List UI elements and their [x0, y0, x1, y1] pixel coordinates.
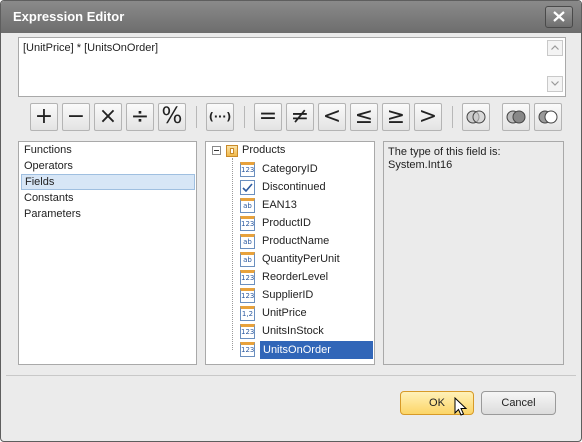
integer-field-icon: 123 [240, 288, 255, 303]
field-label: UnitsInStock [262, 325, 324, 337]
close-icon [553, 11, 565, 22]
category-constants[interactable]: Constants [21, 190, 195, 206]
less-than-button[interactable]: < [318, 103, 346, 131]
cancel-button[interactable]: Cancel [481, 391, 556, 415]
boolean-field-icon [240, 180, 255, 195]
mouse-pointer-icon [454, 397, 468, 416]
decimal-field-icon: 1,2 [240, 306, 255, 321]
tree-item-unitsinstock[interactable]: 123 UnitsInStock [240, 323, 376, 341]
tree-item-ean13[interactable]: ab EAN13 [240, 197, 376, 215]
tree-item-supplierid[interactable]: 123 SupplierID [240, 287, 376, 305]
toolbar-separator [452, 106, 453, 128]
expression-scrollbar[interactable] [547, 40, 563, 92]
string-field-icon: ab [240, 234, 255, 249]
integer-field-icon: 123 [240, 270, 255, 285]
description-line-1: The type of this field is: [388, 146, 501, 158]
field-label: ProductName [262, 235, 330, 247]
chevron-down-icon [551, 81, 559, 86]
description-text: The type of this field is: System.Int16 [388, 146, 501, 172]
tree-root-label: Products [242, 144, 286, 156]
plus-button[interactable]: + [30, 103, 58, 131]
expression-text: [UnitPrice] * [UnitsOnOrder] [23, 42, 159, 54]
scroll-down-button[interactable] [547, 76, 563, 92]
divide-button[interactable]: ÷ [126, 103, 154, 131]
tree-item-productname[interactable]: ab ProductName [240, 233, 376, 251]
greater-than-button[interactable]: > [414, 103, 442, 131]
integer-field-icon: 123 [240, 162, 255, 177]
field-label: CategoryID [262, 163, 318, 175]
collapse-toggle[interactable] [212, 146, 221, 155]
integer-field-icon: 123 [240, 324, 255, 339]
integer-field-icon: 123 [240, 342, 255, 357]
category-parameters[interactable]: Parameters [21, 206, 195, 222]
string-field-icon: ab [240, 252, 255, 267]
toolbar-separator [196, 106, 197, 128]
string-field-icon: ab [240, 198, 255, 213]
title-bar: Expression Editor [1, 1, 581, 33]
category-operators[interactable]: Operators [21, 158, 195, 174]
category-list: Functions Operators Fields Constants Par… [18, 141, 197, 365]
field-label: UnitPrice [262, 307, 307, 319]
field-label: Discontinued [262, 181, 326, 193]
tree-item-unitprice[interactable]: 1,2 UnitPrice [240, 305, 376, 323]
chevron-up-icon [551, 45, 559, 50]
field-label: ReorderLevel [262, 271, 329, 283]
close-button[interactable] [545, 6, 573, 28]
tree-item-reorderlevel[interactable]: 123 ReorderLevel [240, 269, 376, 287]
footer-divider [6, 375, 576, 376]
greater-or-equal-button[interactable]: ≥ [382, 103, 410, 131]
toolbar-separator [244, 106, 245, 128]
dialog-content: [UnitPrice] * [UnitsOnOrder] + − × ÷ % (… [6, 33, 576, 435]
tree-item-unitsonorder[interactable]: 123 UnitsOnOrder [240, 341, 376, 359]
logical-operator-button-3[interactable] [534, 103, 562, 131]
tree-item-categoryid[interactable]: 123 CategoryID [240, 161, 376, 179]
field-label: QuantityPerUnit [262, 253, 340, 265]
integer-field-icon: 123 [240, 216, 255, 231]
modulo-button[interactable]: % [158, 103, 186, 131]
field-label: ProductID [262, 217, 311, 229]
field-label: EAN13 [262, 199, 297, 211]
less-or-equal-button[interactable]: ≤ [350, 103, 378, 131]
window-title: Expression Editor [13, 9, 125, 24]
venn-exclusive-icon [538, 110, 558, 124]
tree-item-discontinued[interactable]: Discontinued [240, 179, 376, 197]
field-label: UnitsOnOrder [260, 341, 373, 359]
tree-connector [232, 158, 233, 350]
field-tree: Products 123 CategoryID Discontinued ab … [205, 141, 375, 365]
table-icon [226, 145, 238, 157]
expression-editor-window: Expression Editor [UnitPrice] * [UnitsOn… [0, 0, 582, 442]
description-panel: The type of this field is: System.Int16 [383, 141, 564, 365]
field-label: SupplierID [262, 289, 314, 301]
expression-textbox[interactable]: [UnitPrice] * [UnitsOnOrder] [18, 37, 566, 97]
description-line-2: System.Int16 [388, 159, 453, 171]
venn-intersection-icon [506, 110, 526, 124]
logical-operator-button-2[interactable] [502, 103, 530, 131]
logical-operator-button-1[interactable] [462, 103, 490, 131]
tree-item-productid[interactable]: 123 ProductID [240, 215, 376, 233]
category-functions[interactable]: Functions [21, 142, 195, 158]
minus-button[interactable]: − [62, 103, 90, 131]
venn-overlap-icon [466, 110, 486, 124]
scroll-up-button[interactable] [547, 40, 563, 56]
equals-button[interactable]: = [254, 103, 282, 131]
multiply-button[interactable]: × [94, 103, 122, 131]
category-fields[interactable]: Fields [21, 174, 195, 190]
not-equals-button[interactable]: ≠ [286, 103, 314, 131]
tree-item-quantityperunit[interactable]: ab QuantityPerUnit [240, 251, 376, 269]
parentheses-button[interactable]: (···) [206, 103, 234, 131]
